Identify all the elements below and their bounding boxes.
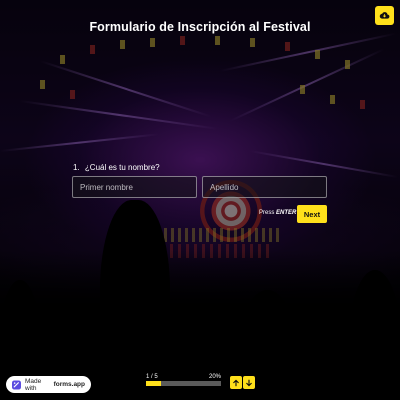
last-name-input[interactable] <box>202 176 327 198</box>
enter-key-text: ENTER <box>276 210 297 216</box>
question-number: 1. <box>73 163 80 172</box>
next-button[interactable]: Next <box>297 205 327 223</box>
question-label: 1. ¿Cuál es tu nombre? <box>73 163 160 172</box>
press-text: Press <box>259 210 275 216</box>
made-with-badge[interactable]: Made with forms.app <box>6 376 91 393</box>
cloud-save-button[interactable] <box>375 6 394 25</box>
brand-name: forms.app <box>53 381 85 388</box>
cloud-save-icon <box>379 12 390 19</box>
next-question-button[interactable] <box>243 376 255 389</box>
previous-question-button[interactable] <box>230 376 242 389</box>
progress-bar-fill <box>146 381 161 386</box>
press-enter-hint: Press ENTER <box>259 210 296 216</box>
background-concert-image <box>0 0 400 400</box>
question-text: ¿Cuál es tu nombre? <box>84 163 160 172</box>
arrow-down-icon <box>246 379 252 386</box>
progress-percent: 20% <box>209 374 222 380</box>
first-name-input[interactable] <box>72 176 197 198</box>
arrow-up-icon <box>233 379 239 386</box>
progress-step: 1 / 5 <box>146 374 158 380</box>
progress-bar <box>146 381 221 386</box>
form-title: Formulario de Inscripción al Festival <box>89 20 311 34</box>
forms-app-logo-icon <box>12 380 21 389</box>
made-with-text: Made with <box>24 377 42 392</box>
